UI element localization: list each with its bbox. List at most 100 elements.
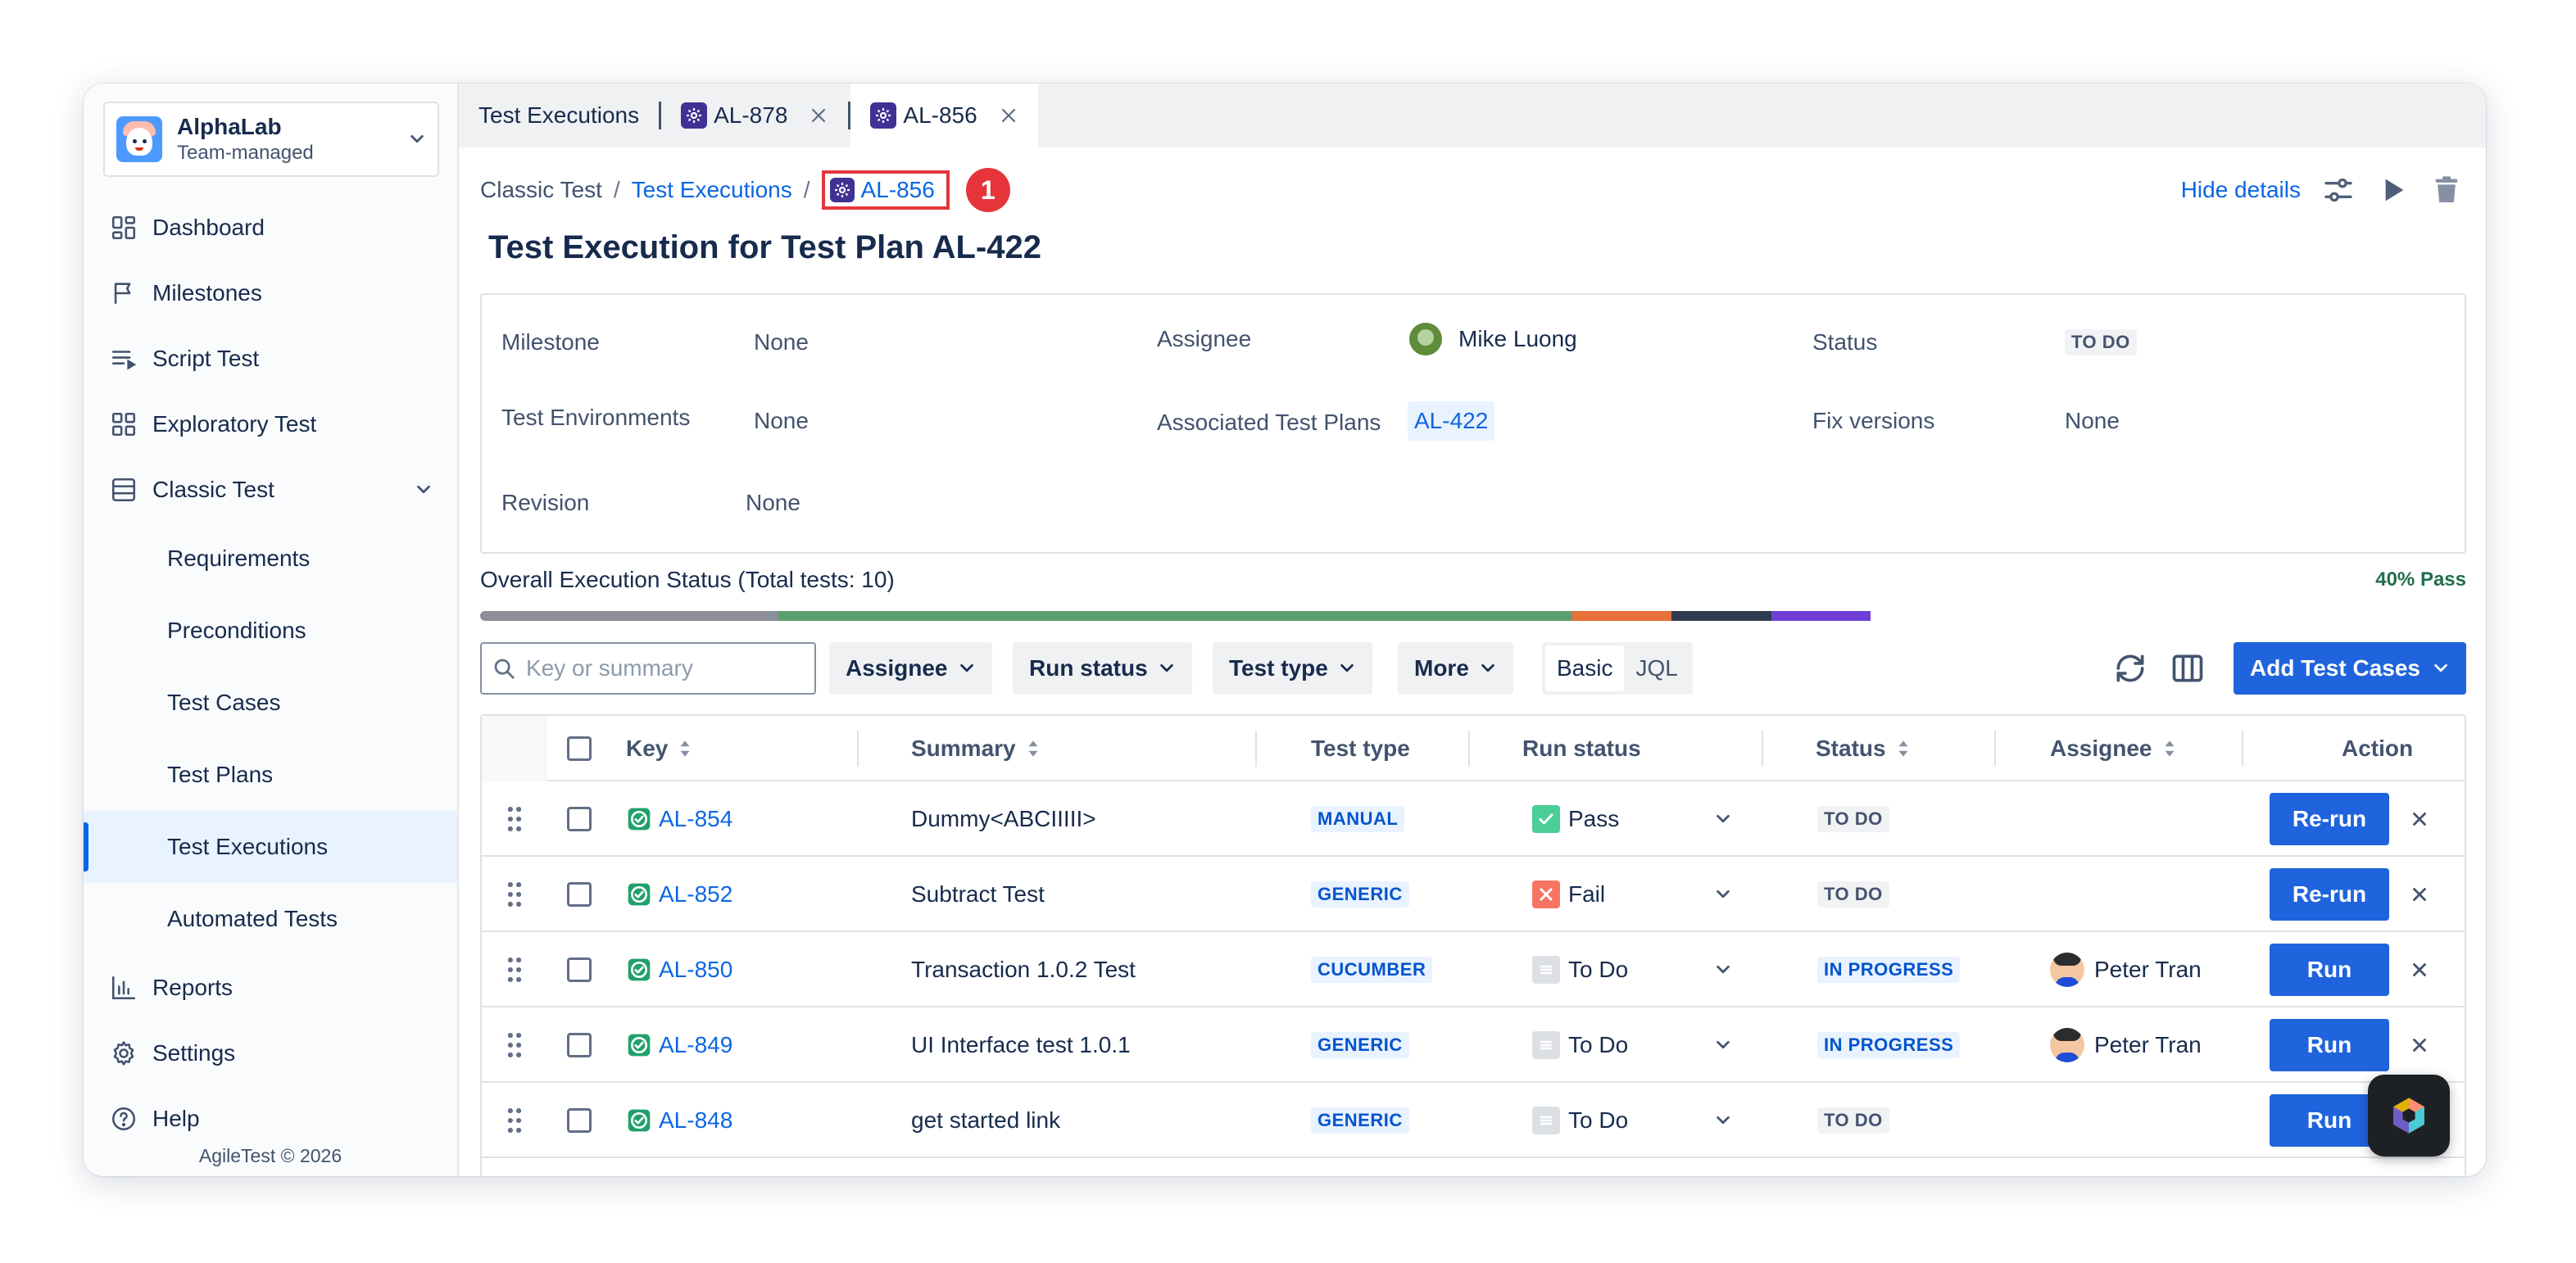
sidebar-item-preconditions[interactable]: Preconditions [84,595,457,667]
play-icon[interactable] [2376,174,2409,206]
breadcrumb-root[interactable]: Classic Test [480,177,602,203]
drag-handle-icon[interactable] [505,1031,524,1059]
sidebar-item-milestones[interactable]: Milestones [84,260,457,326]
close-icon[interactable] [999,106,1018,125]
tab-al-856[interactable]: AL-856 [850,84,1038,147]
drag-handle-icon[interactable] [505,880,524,908]
table-row[interactable]: AL-849 UI Interface test 1.0.1 GENERIC T… [482,1007,2465,1083]
tab-label: AL-878 [714,102,788,128]
close-icon[interactable] [2409,1034,2430,1056]
column-divider [1468,731,1470,767]
chevron-down-icon[interactable] [415,481,433,499]
row-checkbox[interactable] [567,882,592,907]
run-status-filter[interactable]: Run status [1013,642,1192,695]
status-badge[interactable]: TO DO [1817,1107,1889,1134]
test-case-summary: UI Interface test 1.0.1 [911,1032,1131,1057]
sidebar-item-settings[interactable]: Settings [84,1021,457,1086]
sidebar-item-dashboard[interactable]: Dashboard [84,195,457,260]
project-switcher[interactable]: AlphaLab Team-managed [103,102,439,177]
tab-al-878[interactable]: AL-878 [661,84,848,147]
associated-test-plan-link[interactable]: AL-422 [1408,401,1495,441]
test-case-key-link[interactable]: AL-849 [626,1032,732,1058]
test-case-key-link[interactable]: AL-852 [626,881,732,908]
milestone-value[interactable]: None [754,329,809,355]
add-test-cases-button[interactable]: Add Test Cases [2234,642,2466,695]
refresh-icon[interactable] [2112,650,2148,686]
hide-details-link[interactable]: Hide details [2181,177,2301,203]
more-filter[interactable]: More [1398,642,1513,695]
sidebar-item-exploratory-test[interactable]: Exploratory Test [84,392,457,457]
re-run-button[interactable]: Re-run [2270,868,2389,921]
test-case-key-link[interactable]: AL-854 [626,806,732,832]
status-badge[interactable]: TO DO [1817,806,1889,832]
sidebar-item-test-plans[interactable]: Test Plans [84,739,457,811]
status-badge[interactable]: IN PROGRESS [1817,957,1961,983]
table-row[interactable]: AL-848 get started link GENERIC To Do TO… [482,1083,2465,1158]
column-action: Action [2342,716,2413,781]
close-icon[interactable] [809,106,828,125]
drag-handle-icon[interactable] [505,1107,524,1134]
status-badge[interactable]: TO DO [2065,329,2137,355]
revision-value[interactable]: None [746,490,800,516]
column-key[interactable]: Key [626,716,692,781]
drag-handle-icon[interactable] [505,956,524,984]
test-case-key-link[interactable]: AL-848 [626,1107,732,1134]
sidebar-item-classic-test[interactable]: Classic Test [84,457,457,523]
row-checkbox[interactable] [567,807,592,831]
app-launcher-button[interactable] [2368,1075,2450,1157]
sidebar-item-test-executions[interactable]: Test Executions [84,811,457,883]
jql-mode-option[interactable]: JQL [1624,645,1689,691]
fix-versions-value[interactable]: None [2065,408,2120,434]
execution-progress-bar [480,611,2466,621]
table-row[interactable]: AL-854 Dummy<ABCIIIII> MANUAL Pass TO DO… [482,781,2465,857]
test-type-filter[interactable]: Test type [1213,642,1372,695]
run-status-dropdown[interactable]: To Do [1532,1083,1737,1158]
sidebar-item-test-cases[interactable]: Test Cases [84,667,457,739]
close-icon[interactable] [2409,808,2430,830]
columns-icon[interactable] [2170,650,2206,686]
run-button[interactable]: Run [2270,944,2389,996]
assignee-filter[interactable]: Assignee [829,642,992,695]
assignee-value[interactable]: Mike Luong [1409,323,1577,355]
re-run-button[interactable]: Re-run [2270,793,2389,845]
run-button[interactable]: Run [2270,1019,2389,1071]
status-badge[interactable]: TO DO [1817,881,1889,908]
basic-mode-option[interactable]: Basic [1545,645,1625,691]
close-icon[interactable] [2409,959,2430,980]
sliders-icon[interactable] [2322,174,2355,206]
row-checkbox[interactable] [567,957,592,982]
search-input[interactable] [526,655,805,681]
status-badge[interactable]: IN PROGRESS [1817,1032,1961,1058]
column-assignee[interactable]: Assignee [2050,716,2177,781]
run-status-fail-icon [1532,880,1560,908]
column-summary[interactable]: Summary [911,716,1041,781]
sidebar-item-reports[interactable]: Reports [84,955,457,1021]
table-row[interactable]: AL-850 Transaction 1.0.2 Test CUCUMBER T… [482,932,2465,1007]
breadcrumb-current[interactable]: AL-856 [821,170,950,210]
run-status-todo-icon [1532,956,1560,984]
assignee-cell: Peter Tran [2050,932,2202,1007]
search-box[interactable] [480,642,816,695]
sort-icon [2165,740,2174,757]
row-checkbox[interactable] [567,1033,592,1057]
trash-icon[interactable] [2430,174,2463,206]
run-status-dropdown[interactable]: To Do [1532,932,1737,1007]
sidebar-item-help[interactable]: Help [84,1086,457,1152]
breadcrumb-parent[interactable]: Test Executions [632,177,792,203]
test-case-key-link[interactable]: AL-850 [626,957,732,983]
tab-test-executions[interactable]: Test Executions [459,84,659,147]
row-checkbox[interactable] [567,1108,592,1133]
column-status[interactable]: Status [1816,716,1911,781]
column-run-status: Run status [1522,716,1641,781]
table-row[interactable]: AL-852 Subtract Test GENERIC Fail TO DO … [482,857,2465,932]
close-icon[interactable] [2409,884,2430,905]
sidebar-item-automated-tests[interactable]: Automated Tests [84,883,457,955]
sidebar-item-script-test[interactable]: Script Test [84,326,457,392]
test-environments-value[interactable]: None [754,408,809,434]
sidebar-item-requirements[interactable]: Requirements [84,523,457,595]
run-status-dropdown[interactable]: Pass [1532,781,1737,857]
run-status-dropdown[interactable]: To Do [1532,1007,1737,1083]
drag-handle-icon[interactable] [505,805,524,833]
select-all-checkbox[interactable] [567,736,592,761]
run-status-dropdown[interactable]: Fail [1532,857,1737,932]
